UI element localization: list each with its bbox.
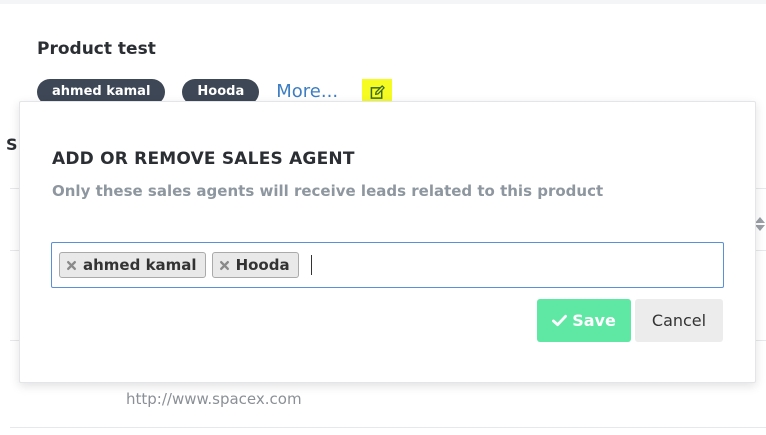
close-icon	[66, 260, 77, 270]
divider	[10, 427, 766, 428]
close-icon	[219, 260, 229, 270]
cancel-button[interactable]: Cancel	[635, 299, 723, 342]
chip-label: Hooda	[235, 256, 290, 274]
product-title: Product test	[37, 39, 156, 59]
selected-agent-chip: Hooda	[211, 252, 299, 278]
more-agents-link[interactable]: More...	[276, 81, 338, 102]
text-caret	[310, 255, 312, 275]
chip-label: ahmed kamal	[83, 256, 197, 274]
sales-agent-popover: ADD OR REMOVE SALES AGENT Only these sal…	[19, 101, 756, 383]
edit-icon	[370, 84, 385, 99]
check-icon	[552, 314, 568, 327]
popover-subtitle: Only these sales agents will receive lea…	[52, 182, 604, 200]
save-label: Save	[572, 311, 616, 330]
remove-agent-button[interactable]	[219, 260, 230, 271]
cancel-label: Cancel	[651, 311, 707, 330]
selected-agent-chip: ahmed kamal	[59, 252, 206, 278]
sales-agent-select[interactable]: ahmed kamal Hooda	[51, 242, 724, 288]
remove-agent-button[interactable]	[66, 260, 77, 271]
save-button[interactable]: Save	[537, 299, 631, 342]
website-url[interactable]: http://www.spacex.com	[126, 390, 302, 408]
background-heading: S	[6, 135, 18, 154]
popover-title: ADD OR REMOVE SALES AGENT	[52, 149, 355, 169]
